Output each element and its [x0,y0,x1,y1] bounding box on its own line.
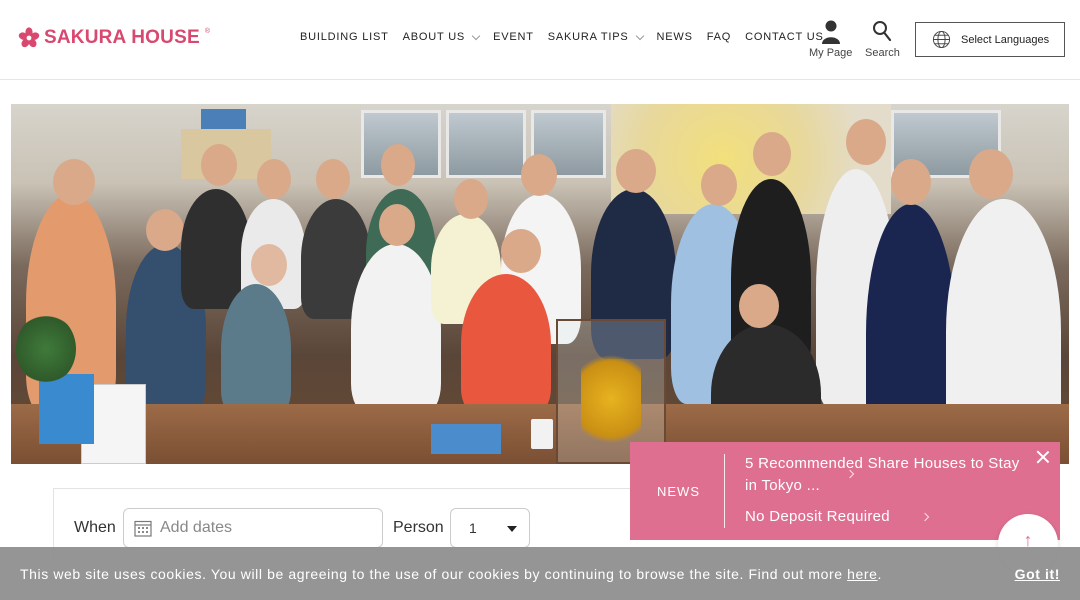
language-label: Select Languages [961,33,1050,46]
chevron-down-icon [635,31,644,40]
site-header: SAKURA HOUSE ® BUILDING LIST ABOUT US EV… [0,0,1080,80]
search-icon [873,21,892,42]
language-selector[interactable]: Select Languages [915,22,1065,57]
cookie-message: This web site uses cookies. You will be … [20,566,882,582]
registered-mark: ® [204,27,210,35]
user-icon [821,20,840,44]
logo-text: SAKURA HOUSE [44,27,200,48]
nav-about-us[interactable]: ABOUT US [403,31,481,43]
cookie-accept-button[interactable]: Got it! [1015,566,1060,582]
nav-sakura-tips[interactable]: SAKURA TIPS [548,31,644,43]
cookie-more-link[interactable]: here [847,566,877,582]
nav-event[interactable]: EVENT [493,31,534,43]
news-item-title-line1: No Deposit Required [745,508,890,525]
search-button[interactable]: Search [865,20,900,59]
globe-icon [932,30,951,49]
calendar-icon [134,520,152,537]
mypage-button[interactable]: My Page [809,20,852,59]
mypage-label: My Page [809,47,853,59]
person-label: Person [393,519,444,536]
dates-placeholder: Add dates [160,519,233,536]
cookie-text: This web site uses cookies. You will be … [20,566,848,582]
person-select[interactable]: 1 [450,508,530,548]
news-item-title-line1: 5 Recommended Share Houses to Stay [745,455,1020,472]
cookie-banner: This web site uses cookies. You will be … [0,547,1080,600]
caret-down-icon [507,526,517,532]
news-popup: NEWS 5 Recommended Share Houses to Stay … [630,442,1060,540]
nav-building-list[interactable]: BUILDING LIST [300,31,389,43]
person-value: 1 [469,520,477,536]
logo[interactable]: SAKURA HOUSE ® [18,27,210,49]
news-item[interactable]: No Deposit Required [745,506,890,528]
sakura-flower-icon [18,27,40,48]
news-item-title-line2: in Tokyo ... [745,477,821,494]
main-nav: BUILDING LIST ABOUT US EVENT SAKURA TIPS… [300,31,838,43]
nav-faq[interactable]: FAQ [707,31,731,43]
hero-photo [11,104,1069,464]
chevron-right-icon [920,512,930,522]
news-label: NEWS [657,484,700,499]
chevron-down-icon [471,31,481,40]
news-divider [724,454,725,528]
when-label: When [74,519,116,536]
cookie-text-end: . [877,566,883,582]
nav-news[interactable]: NEWS [657,31,693,43]
dates-input[interactable]: Add dates [123,508,383,548]
search-label: Search [865,47,900,59]
news-item[interactable]: 5 Recommended Share Houses to Stay in To… [745,453,1020,497]
close-icon[interactable] [1036,450,1050,464]
